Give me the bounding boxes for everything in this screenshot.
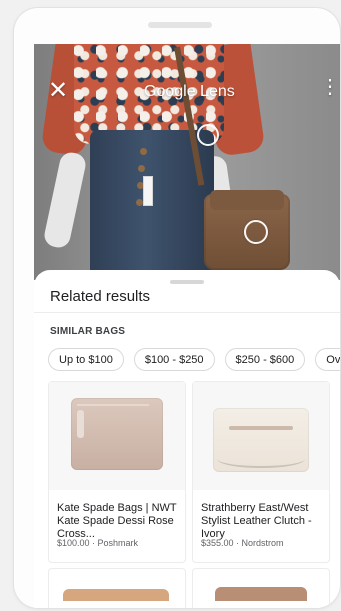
page-title: Google Lens bbox=[144, 83, 235, 100]
sheet-handle[interactable] bbox=[170, 280, 204, 284]
bag-flap bbox=[210, 190, 284, 210]
jeans-button bbox=[136, 199, 143, 206]
chip-100-250[interactable]: $100 - $250 bbox=[133, 348, 215, 371]
pink-bag-image bbox=[71, 398, 163, 470]
tassel bbox=[77, 410, 84, 438]
jeans-button bbox=[138, 165, 145, 172]
product-title: Kate Spade Bags | NWT Kate Spade Dessi R… bbox=[57, 502, 177, 540]
more-vert-icon[interactable]: ⋮ bbox=[320, 77, 340, 97]
chip-250-600[interactable]: $250 - $600 bbox=[224, 348, 306, 371]
results-sheet: Related results SIMILAR BAGS Up to $100 … bbox=[34, 270, 340, 608]
product-card[interactable]: Strathberry East/West Stylist Leather Cl… bbox=[192, 381, 330, 563]
divider bbox=[34, 312, 340, 313]
speaker-slot bbox=[148, 22, 212, 28]
chip-up-to-100[interactable]: Up to $100 bbox=[48, 348, 124, 371]
tan-bag-image bbox=[63, 589, 169, 601]
related-results-title: Related results bbox=[50, 288, 151, 305]
product-card-peek[interactable] bbox=[48, 568, 186, 608]
chip-over[interactable]: Over bbox=[315, 348, 340, 371]
brown-bag-image bbox=[215, 587, 307, 601]
product-image bbox=[193, 382, 329, 490]
detected-item-dot[interactable] bbox=[244, 220, 268, 244]
phone-frame: ✕ Google Lens ⋮ Related results SIMILAR … bbox=[14, 8, 340, 608]
section-title: SIMILAR BAGS bbox=[50, 326, 126, 337]
product-price: $355.00 · Nordstrom bbox=[201, 538, 284, 548]
product-image bbox=[49, 382, 185, 490]
product-title: Strathberry East/West Stylist Leather Cl… bbox=[201, 502, 312, 540]
product-card-peek[interactable] bbox=[192, 568, 330, 608]
product-price: $100.00 · Poshmark bbox=[57, 538, 139, 548]
chain-strap bbox=[217, 450, 305, 468]
jeans-button bbox=[140, 148, 147, 155]
zipper bbox=[77, 404, 149, 406]
price-filter-chips: Up to $100 $100 - $250 $250 - $600 Over bbox=[48, 348, 340, 371]
detected-item-dot[interactable] bbox=[197, 124, 219, 146]
product-card[interactable]: Kate Spade Bags | NWT Kate Spade Dessi R… bbox=[48, 381, 186, 563]
clutch-bar bbox=[229, 426, 293, 430]
close-icon[interactable]: ✕ bbox=[48, 79, 68, 103]
price-tag bbox=[143, 176, 153, 206]
camera-view: ✕ Google Lens ⋮ bbox=[34, 44, 340, 280]
